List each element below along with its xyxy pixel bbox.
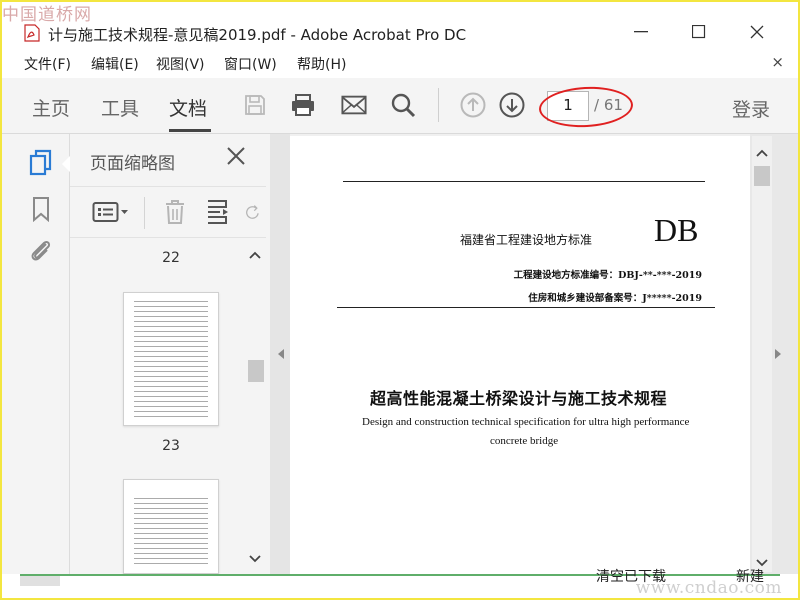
minimize-button[interactable] xyxy=(626,20,656,44)
scroll-up-arrow-icon[interactable] xyxy=(249,248,261,262)
bookmark-icon[interactable] xyxy=(28,194,54,224)
standard-organization: 福建省工程建设地方标准 xyxy=(460,233,593,247)
thumbnail-toolbar xyxy=(70,186,266,238)
watermark-logo: 中国道桥网 xyxy=(2,5,92,25)
thumbnails-panel: 页面缩略图 22 23 xyxy=(70,134,270,574)
document-scrollbar[interactable] xyxy=(752,136,772,572)
download-item xyxy=(20,576,60,586)
thumbnail-scrollbar[interactable] xyxy=(246,246,264,568)
menu-file[interactable]: 文件(F) xyxy=(24,54,71,74)
active-tab-indicator xyxy=(169,129,211,132)
document-page xyxy=(290,136,750,574)
menu-view[interactable]: 视图(V) xyxy=(156,54,205,74)
record-number: 住房和城乡建设部备案号：J*****-2019 xyxy=(528,293,702,304)
close-window-button[interactable] xyxy=(742,20,772,44)
db-mark: DB xyxy=(654,212,699,248)
expand-right-pane-arrow-icon[interactable] xyxy=(774,348,782,363)
pdf-file-icon xyxy=(24,24,40,42)
doc-scroll-up-arrow-icon[interactable] xyxy=(756,146,768,160)
menu-bar: 文件(F) 编辑(E) 视图(V) 窗口(W) 帮助(H) × xyxy=(2,48,798,78)
doc-scrollbar-thumb[interactable] xyxy=(754,166,770,186)
main-toolbar: 主页 工具 文档 1 / 61 登录 xyxy=(2,78,798,134)
thumbnail-text-lines xyxy=(134,301,208,417)
previous-page-icon[interactable] xyxy=(460,92,486,118)
header-rule-top xyxy=(343,181,705,182)
thumbnail-page-label: 23 xyxy=(162,438,180,454)
save-icon[interactable] xyxy=(242,92,268,118)
title-bar: 计与施工技术规程-意见稿2019.pdf - Adobe Acrobat Pro… xyxy=(2,2,798,48)
close-document-button[interactable]: × xyxy=(771,53,784,71)
tab-tools[interactable]: 工具 xyxy=(101,94,139,121)
search-icon[interactable] xyxy=(390,92,416,118)
watermark-url: www.cndao.com xyxy=(635,578,782,598)
panel-title: 页面缩略图 xyxy=(90,154,175,174)
rotate-page-icon[interactable] xyxy=(246,199,260,225)
delete-page-icon[interactable] xyxy=(164,199,186,225)
scrollbar-thumb[interactable] xyxy=(248,360,264,382)
document-title-cn: 超高性能混凝土桥梁设计与施工技术规程 xyxy=(370,389,668,408)
attachment-icon[interactable] xyxy=(28,236,54,266)
menu-help[interactable]: 帮助(H) xyxy=(297,54,346,74)
thumbnail-page-label: 22 xyxy=(162,250,180,266)
close-panel-icon[interactable] xyxy=(226,144,246,172)
tab-home[interactable]: 主页 xyxy=(32,94,70,121)
toolbar-divider xyxy=(438,88,439,122)
insert-page-icon[interactable] xyxy=(206,199,232,225)
document-title-en-line2: concrete bridge xyxy=(490,435,559,447)
thumbnail-page-23[interactable] xyxy=(123,292,219,426)
window-title: 计与施工技术规程-意见稿2019.pdf - Adobe Acrobat Pro… xyxy=(48,26,467,44)
thumbnail-options-icon[interactable] xyxy=(92,199,130,225)
panel-splitter[interactable] xyxy=(270,134,290,574)
collapse-left-arrow-icon[interactable] xyxy=(277,348,285,363)
thumbnail-text-lines xyxy=(134,498,208,565)
header-rule-bottom xyxy=(337,307,715,308)
navigation-rail xyxy=(2,134,72,574)
download-progress-line xyxy=(20,574,780,576)
menu-window[interactable]: 窗口(W) xyxy=(224,54,277,74)
print-icon[interactable] xyxy=(290,92,316,118)
panel-toolbar-divider xyxy=(144,197,145,229)
email-icon[interactable] xyxy=(341,92,367,118)
login-button[interactable]: 登录 xyxy=(732,95,770,122)
thumbnail-page-24[interactable] xyxy=(123,479,219,574)
maximize-button[interactable] xyxy=(684,20,714,44)
standard-number: 工程建设地方标准编号：DBJ-**-***-2019 xyxy=(513,270,702,281)
next-page-icon[interactable] xyxy=(499,92,525,118)
tab-document[interactable]: 文档 xyxy=(169,94,207,121)
scroll-down-arrow-icon[interactable] xyxy=(249,552,261,566)
page-thumbnails-icon[interactable] xyxy=(28,148,54,178)
menu-edit[interactable]: 编辑(E) xyxy=(91,54,139,74)
document-title-en-line1: Design and construction technical specif… xyxy=(362,416,690,428)
